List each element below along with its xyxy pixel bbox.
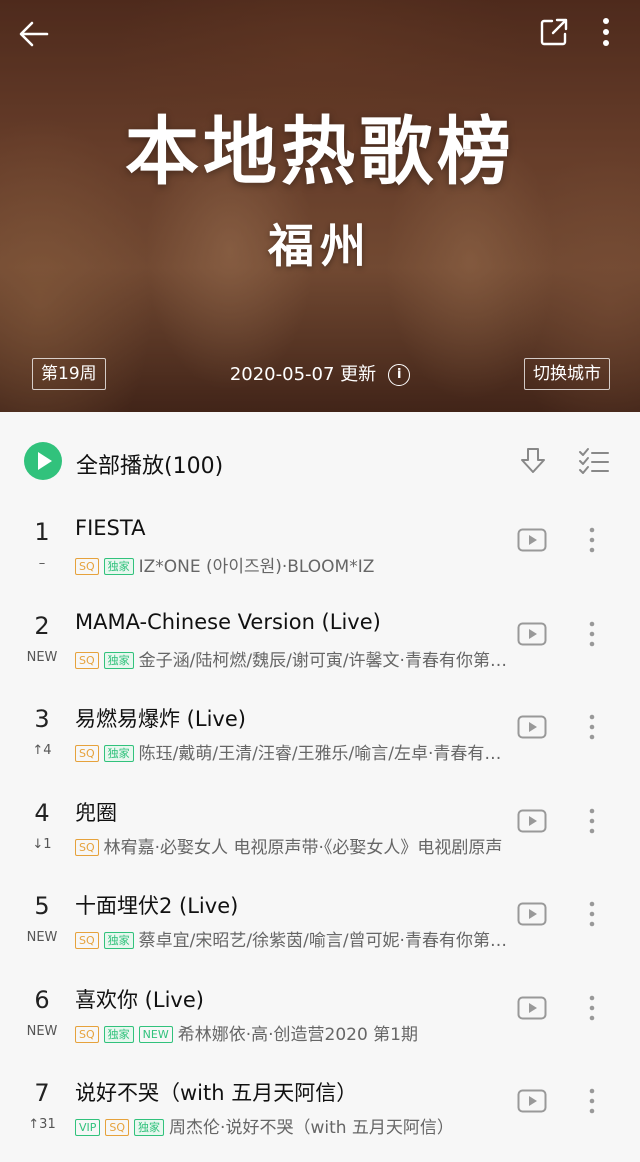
rank-change: NEW: [26, 649, 58, 665]
quality-badge: VIP: [75, 1119, 101, 1136]
rank-change: –: [38, 556, 46, 571]
rank-number: 3: [34, 705, 50, 733]
rank-change: ↑31: [28, 1117, 56, 1132]
more-options-icon[interactable]: [580, 992, 604, 1024]
quality-badge: SQ: [75, 558, 99, 575]
artist-album: 蔡卓宜/宋昭艺/徐紫茵/喻言/曾可妮·青春有你第二季: [138, 931, 515, 951]
mv-play-icon[interactable]: [517, 996, 547, 1020]
song-title: FIESTA: [75, 516, 146, 540]
city-name: 福州: [268, 219, 372, 273]
song-meta: SQ 独家 NEW 希林娜依·高·创造营2020 第1期: [75, 1020, 515, 1045]
more-vertical-icon[interactable]: [592, 12, 620, 52]
song-meta: VIP SQ 独家 周杰伦·说好不哭（with 五月天阿信）: [75, 1113, 515, 1138]
song-meta: SQ 林宥嘉·必娶女人 电视原声带·《必娶女人》电视剧原声: [75, 833, 515, 858]
song-row[interactable]: 3 ↑4 易燃易爆炸 (Live) SQ 独家 陈珏/戴萌/王清/汪睿/王雅乐/喻言…: [0, 695, 640, 788]
artist-album: 林宥嘉·必娶女人 电视原声带·《必娶女人》电视剧原声: [103, 837, 503, 858]
song-title: 兜圈: [75, 800, 117, 825]
quality-badge: SQ: [75, 1025, 99, 1043]
more-options-icon[interactable]: [580, 1085, 604, 1117]
download-icon[interactable]: [518, 446, 550, 478]
quality-badge: SQ: [105, 1119, 130, 1136]
artist-album: 陈珏/戴萌/王清/汪睿/王雅乐/喻言/左卓·青春有你第二季: [138, 744, 515, 764]
rank-number: 7: [34, 1079, 50, 1107]
rank-change: NEW: [26, 930, 58, 945]
quality-badge: 独家: [103, 932, 134, 949]
multi-select-icon[interactable]: [578, 446, 610, 478]
artist-album: 金子涵/陆柯燃/魏辰/谢可寅/许馨文·青春有你第二季: [138, 650, 515, 671]
quality-badge: 独家: [103, 1025, 134, 1043]
song-meta: SQ 独家 蔡卓宜/宋昭艺/徐紫茵/喻言/曾可妮·青春有你第二季: [75, 926, 515, 951]
artist-album: 希林娜依·高·创造营2020 第1期: [177, 1024, 418, 1045]
more-options-icon[interactable]: [580, 805, 604, 837]
chart-header: 本地热歌榜 福州 第19周 2020-05-07 更新 i 切换城市: [0, 0, 640, 412]
song-title: 喜欢你 (Live): [75, 987, 204, 1012]
quality-badge: 独家: [103, 651, 134, 669]
song-row[interactable]: 5 NEW 十面埋伏2 (Live) SQ 独家 蔡卓宜/宋昭艺/徐紫茵/喻言/曾可…: [0, 882, 640, 975]
mv-play-icon[interactable]: [517, 528, 547, 552]
mv-play-icon[interactable]: [517, 715, 547, 739]
song-title: MAMA-Chinese Version (Live): [75, 609, 381, 634]
song-title: 十面埋伏2 (Live): [75, 894, 239, 918]
song-row[interactable]: 2 NEW MAMA-Chinese Version (Live) SQ 独家 金子…: [0, 602, 640, 695]
song-row[interactable]: 1 – FIESTA SQ 独家 IZ*ONE (아이즈원)·BLOOM*IZ: [0, 508, 640, 601]
quality-badge: 独家: [103, 745, 134, 762]
switch-city-button[interactable]: 切换城市: [524, 358, 610, 390]
rank-change: ↑4: [32, 743, 52, 758]
chart-title: 本地热歌榜: [125, 109, 515, 195]
rank-number: 6: [34, 985, 50, 1014]
quality-badge: SQ: [75, 745, 99, 762]
song-row[interactable]: 6 NEW 喜欢你 (Live) SQ 独家 NEW 希林娜依·高·创造营2020 第…: [0, 976, 640, 1069]
quality-badge: SQ: [75, 651, 99, 669]
song-row[interactable]: 7 ↑31 说好不哭（with 五月天阿信） VIP SQ 独家 周杰伦·说好不哭（w…: [0, 1069, 640, 1162]
quality-badge: SQ: [75, 838, 99, 856]
rank-number: 1: [34, 518, 50, 546]
mv-play-icon[interactable]: [517, 902, 547, 926]
update-date: 2020-05-07 更新: [229, 364, 377, 385]
more-options-icon[interactable]: [580, 524, 604, 556]
song-title: 说好不哭（with 五月天阿信）: [75, 1081, 358, 1105]
quality-badge: NEW: [138, 1025, 173, 1043]
artist-album: 周杰伦·说好不哭（with 五月天阿信）: [169, 1118, 454, 1138]
quality-badge: SQ: [75, 932, 99, 949]
rank-change: ↓1: [32, 836, 52, 852]
rank-number: 2: [34, 611, 50, 640]
info-icon[interactable]: i: [388, 364, 411, 386]
mv-play-icon[interactable]: [517, 809, 547, 833]
play-all-icon[interactable]: [24, 442, 62, 480]
play-all-button[interactable]: 全部播放(100): [76, 448, 223, 480]
more-options-icon[interactable]: [580, 711, 604, 743]
rank-change: NEW: [26, 1023, 58, 1039]
artist-album: IZ*ONE (아이즈원)·BLOOM*IZ: [138, 557, 375, 577]
song-meta: SQ 独家 陈珏/戴萌/王清/汪睿/王雅乐/喻言/左卓·青春有你第二季: [75, 739, 515, 764]
song-meta: SQ 独家 IZ*ONE (아이즈원)·BLOOM*IZ: [75, 552, 515, 577]
more-options-icon[interactable]: [580, 898, 604, 930]
song-meta: SQ 独家 金子涵/陆柯燃/魏辰/谢可寅/许馨文·青春有你第二季: [75, 646, 515, 671]
share-icon[interactable]: [534, 12, 574, 52]
mv-play-icon[interactable]: [517, 622, 547, 646]
more-options-icon[interactable]: [580, 618, 604, 650]
back-arrow-icon[interactable]: [14, 14, 54, 54]
song-row[interactable]: 4 ↓1 兜圈 SQ 林宥嘉·必娶女人 电视原声带·《必娶女人》电视剧原声: [0, 789, 640, 882]
quality-badge: 独家: [134, 1119, 165, 1136]
quality-badge: 独家: [103, 558, 134, 575]
mv-play-icon[interactable]: [517, 1089, 547, 1113]
song-title: 易燃易爆炸 (Live): [75, 707, 246, 731]
rank-number: 5: [34, 892, 50, 920]
play-all-bar: 全部播放(100): [0, 412, 640, 504]
rank-number: 4: [34, 798, 50, 827]
